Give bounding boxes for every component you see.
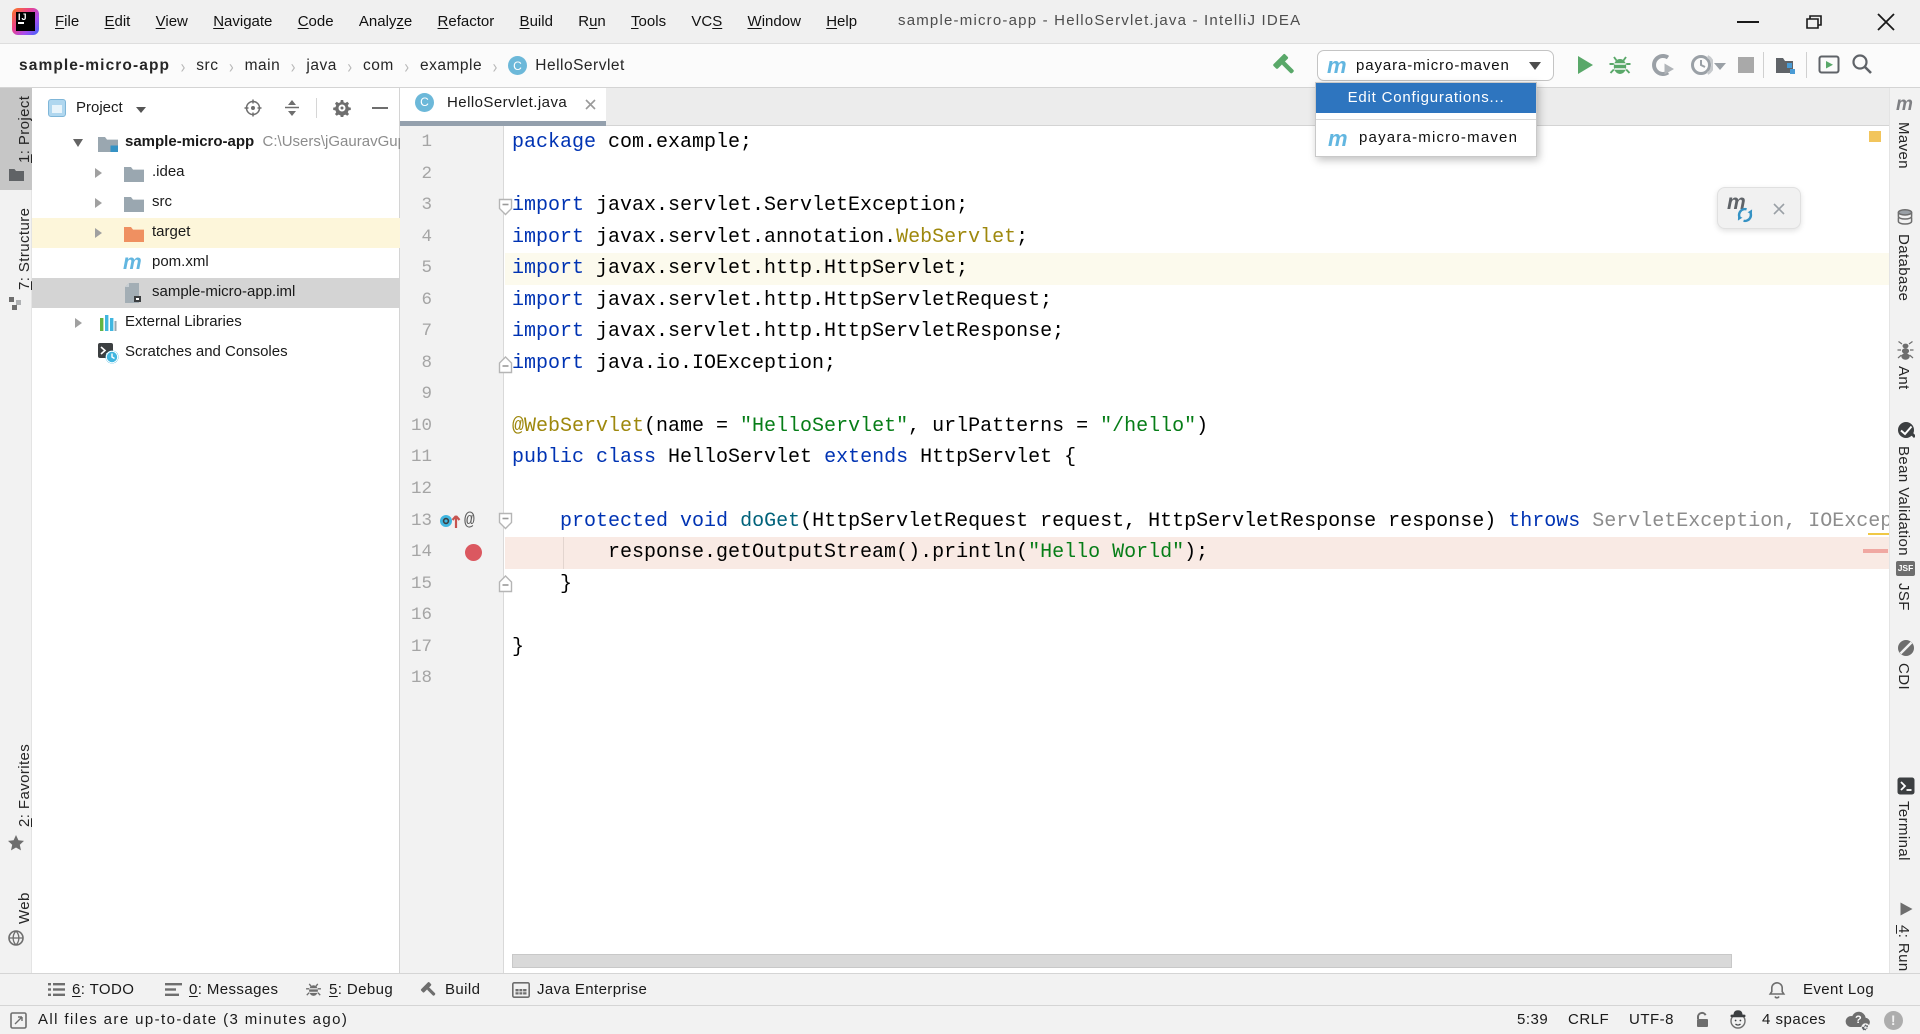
svg-text:?: ? (1855, 1014, 1862, 1026)
